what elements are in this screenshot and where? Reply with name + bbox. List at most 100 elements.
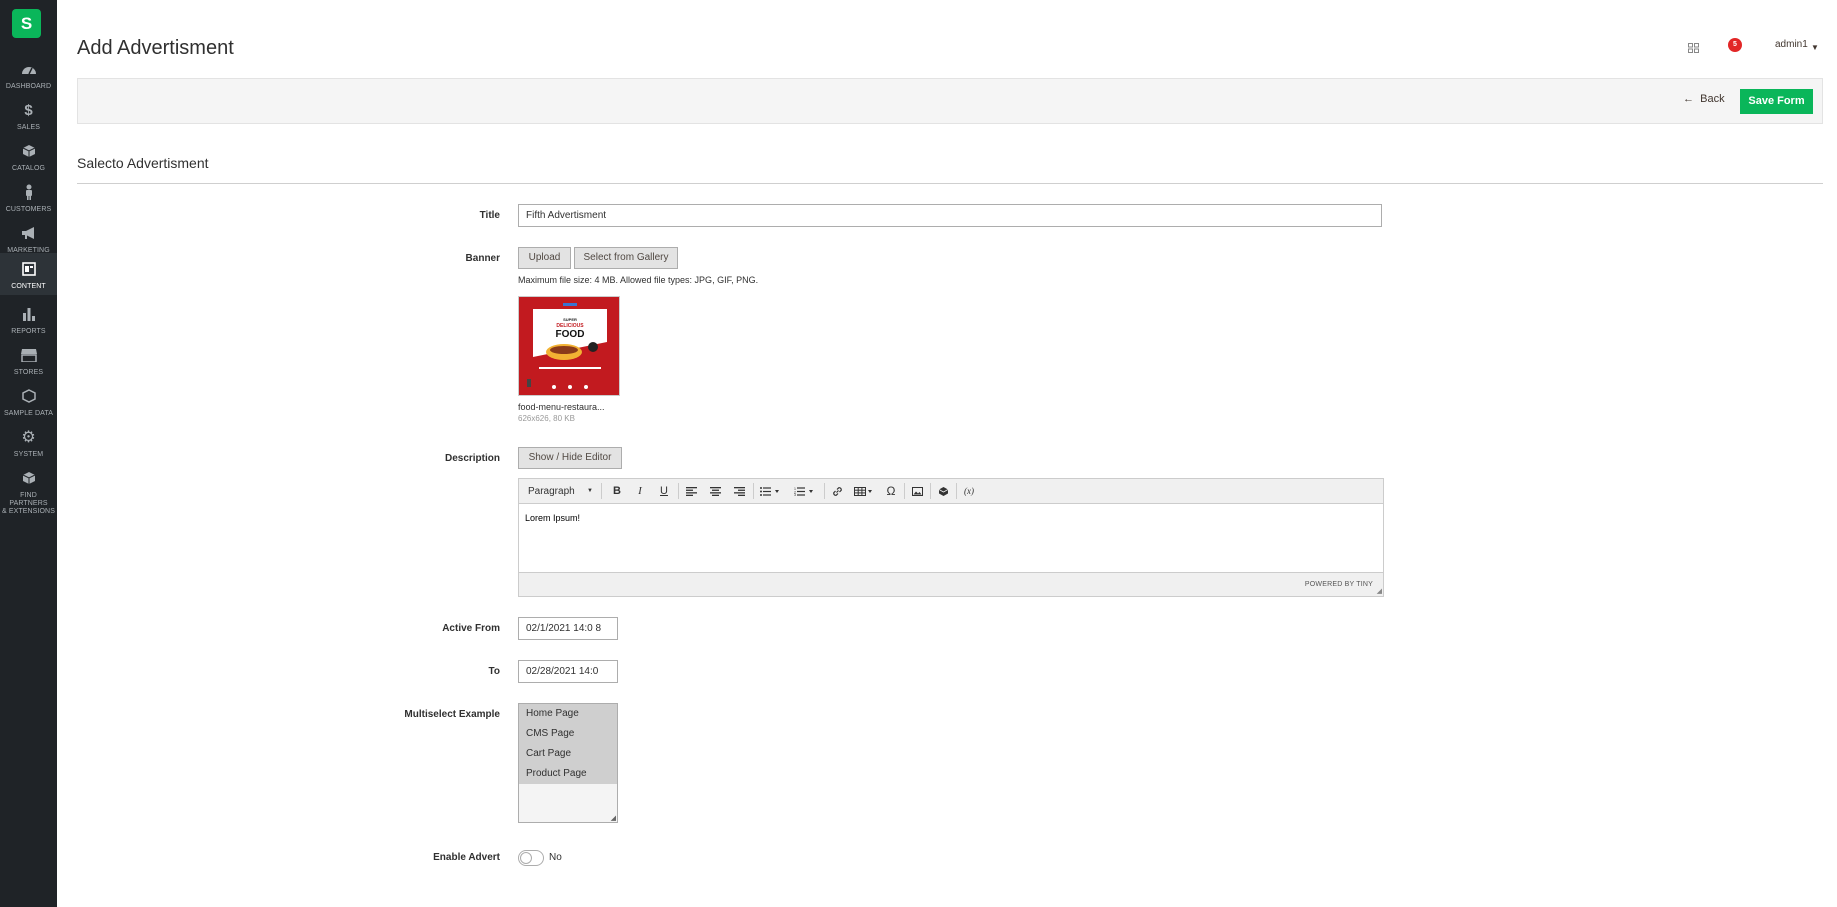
italic-icon[interactable]: I [631,483,649,499]
section-title: Salecto Advertisment [77,155,209,171]
widget-icon[interactable] [934,483,952,499]
box-icon [20,469,38,487]
enable-advert-label: Enable Advert [433,852,500,863]
magento-logo[interactable]: S [12,9,41,38]
multiselect-option[interactable]: Cart Page [519,744,617,764]
sidebar-item-label: SYSTEM [13,451,44,458]
underline-icon[interactable]: U [655,483,673,499]
editor-toolbar: Paragraph ▼ B I U 123 Ω (x) [519,479,1383,504]
content-icon [20,260,38,278]
toolbar-divider [904,483,905,499]
variable-icon[interactable]: (x) [960,483,978,499]
toolbar-divider [956,483,957,499]
sidebar-item-label: STORES [13,369,44,376]
bold-icon[interactable]: B [608,483,626,499]
file-name: food-menu-restaura... [518,402,605,412]
person-icon [20,183,38,201]
banner-image: SUPER DELICIOUS FOOD [519,297,619,395]
enable-advert-toggle[interactable] [518,850,544,866]
sidebar-item-system[interactable]: ⚙ SYSTEM [0,423,57,464]
format-select[interactable]: Paragraph ▼ [525,483,597,499]
show-hide-editor-button[interactable]: Show / Hide Editor [518,447,622,469]
page-title: Add Advertisment [77,37,234,59]
toolbar-divider [930,483,931,499]
format-select-value: Paragraph [528,485,575,497]
align-right-icon[interactable] [730,483,748,499]
sidebar-item-label: FIND PARTNERS & EXTENSIONS [0,492,57,516]
active-from-value: 02/1/2021 14:0 8 [526,623,602,634]
dollar-icon: $ [24,101,33,119]
bullet-list-icon[interactable] [757,483,785,499]
user-menu[interactable]: admin1 [1775,39,1808,50]
wysiwyg-editor: Paragraph ▼ B I U 123 Ω (x) Lorem Ipsum!… [518,478,1384,597]
sidebar-item-label: CUSTOMERS [5,206,52,213]
select-from-gallery-button[interactable]: Select from Gallery [574,247,678,269]
megaphone-icon [20,224,38,242]
align-center-icon[interactable] [706,483,724,499]
sidebar-item-label: CATALOG [11,165,46,172]
sidebar-item-customers[interactable]: CUSTOMERS [0,178,57,219]
thumb-text-top: SUPER [563,317,577,322]
dashboard-icon [20,60,38,78]
link-icon[interactable] [828,483,846,499]
page-actions-bar [77,78,1823,124]
sidebar-item-sales[interactable]: $ SALES [0,96,57,137]
sidebar-item-label: SAMPLE DATA [3,410,54,417]
back-button[interactable]: ← Back [1683,93,1725,105]
sidebar: S DASHBOARD $ SALES CATALOG CUSTOMERS MA… [0,0,57,907]
toolbar-divider [601,483,602,499]
chevron-down-icon[interactable]: ▼ [1811,43,1819,52]
thumb-text-main: FOOD [556,329,585,340]
editor-content-area[interactable]: Lorem Ipsum! [519,505,1383,572]
sidebar-item-label: SALES [16,124,41,131]
active-from-input[interactable]: 02/1/2021 14:0 8 [518,617,618,640]
cube-icon [20,142,38,160]
svg-text:3: 3 [794,493,796,496]
sidebar-item-content[interactable]: CONTENT [0,253,57,295]
sidebar-item-label: DASHBOARD [5,83,52,90]
upload-button[interactable]: Upload [518,247,571,269]
sidebar-item-find-partners[interactable]: FIND PARTNERS & EXTENSIONS [0,464,57,515]
banner-thumbnail[interactable]: SUPER DELICIOUS FOOD [518,296,620,396]
sidebar-item-sample-data[interactable]: SAMPLE DATA [0,382,57,423]
save-form-button[interactable]: Save Form [1740,89,1813,114]
resize-handle-icon[interactable]: ◢ [611,814,616,822]
toolbar-divider [824,483,825,499]
sidebar-item-label: CONTENT [11,283,46,290]
to-value: 02/28/2021 14:0 [526,666,599,677]
multiselect-option[interactable]: Home Page [519,704,617,724]
sidebar-item-dashboard[interactable]: DASHBOARD [0,55,57,96]
active-from-label: Active From [442,623,500,634]
editor-content: Lorem Ipsum! [525,513,581,523]
store-icon [20,346,38,364]
banner-label: Banner [465,253,500,264]
description-label: Description [444,453,500,464]
toggle-knob [520,852,532,864]
title-input[interactable]: Fifth Advertisment [518,204,1382,227]
multiselect-label: Multiselect Example [404,709,500,720]
file-size-note: Maximum file size: 4 MB. Allowed file ty… [518,275,759,285]
numbered-list-icon[interactable]: 123 [791,483,819,499]
multiselect-option[interactable]: Product Page [519,764,617,784]
align-left-icon[interactable] [682,483,700,499]
gear-icon: ⚙ [21,429,36,446]
sidebar-item-stores[interactable]: STORES [0,341,57,382]
image-icon[interactable] [908,483,926,499]
notifications-badge[interactable]: 5 [1728,38,1742,52]
multiselect-example[interactable]: Home Page CMS Page Cart Page Product Pag… [518,703,618,823]
to-input[interactable]: 02/28/2021 14:0 [518,660,618,683]
toolbar-divider [753,483,754,499]
enable-advert-value: No [549,852,562,863]
table-icon[interactable] [851,483,877,499]
powered-by-tiny[interactable]: POWERED BY TINY [1305,581,1373,588]
resize-handle-icon[interactable]: ◢ [1377,587,1382,595]
sidebar-item-catalog[interactable]: CATALOG [0,137,57,178]
sidebar-item-reports[interactable]: REPORTS [0,300,57,341]
sidebar-label-line2: & EXTENSIONS [2,508,55,515]
toolbar-divider [678,483,679,499]
back-label: Back [1700,93,1725,105]
multiselect-option[interactable]: CMS Page [519,724,617,744]
grid-icon[interactable] [1688,40,1699,53]
editor-statusbar: POWERED BY TINY ◢ [519,572,1383,596]
special-character-icon[interactable]: Ω [882,483,900,499]
